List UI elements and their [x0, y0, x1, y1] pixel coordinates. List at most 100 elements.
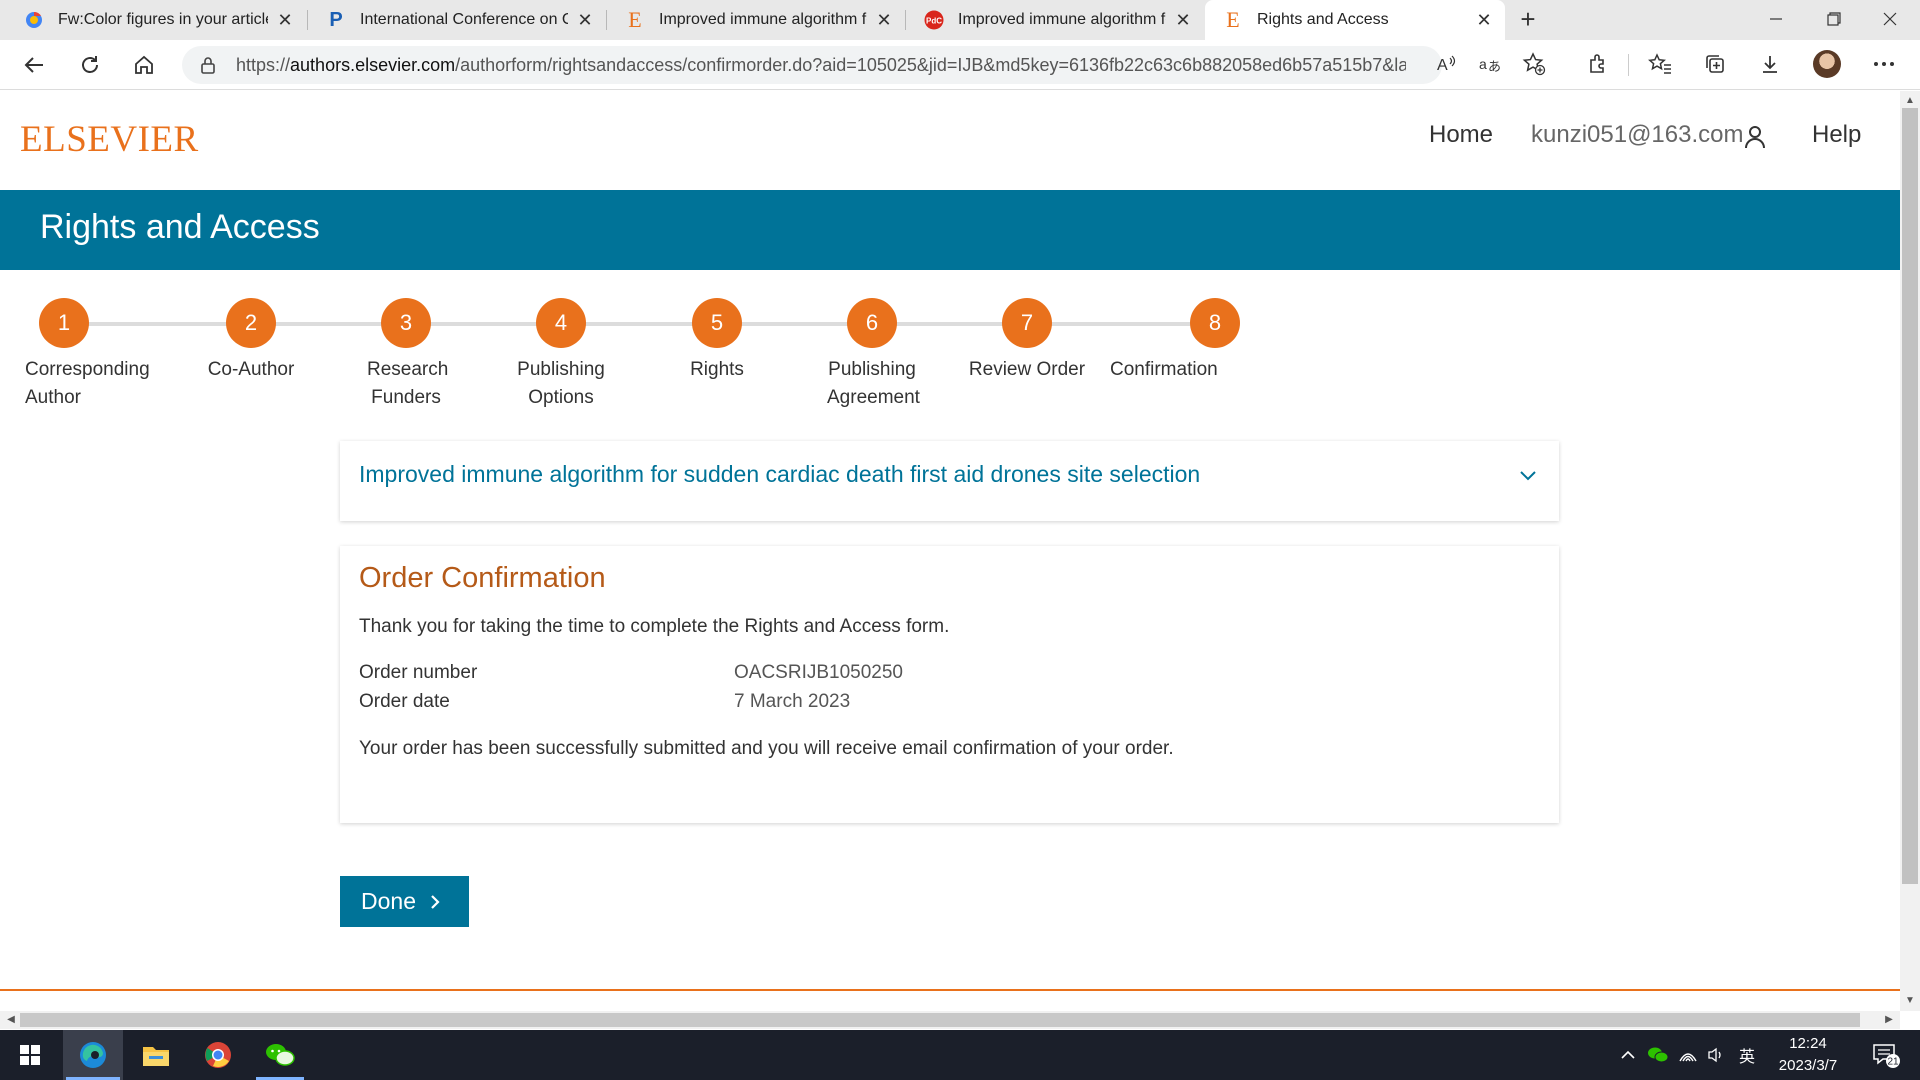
- back-arrow-icon[interactable]: [18, 49, 50, 81]
- lock-icon[interactable]: [200, 56, 220, 74]
- user-icon[interactable]: [1744, 125, 1766, 154]
- step-circle-8: 8: [1190, 298, 1240, 348]
- step-label-4: Publishing Options: [517, 359, 605, 408]
- step-circle-7: 7: [1002, 298, 1052, 348]
- vertical-scrollbar-thumb[interactable]: [1902, 108, 1918, 884]
- step-label-2: Co-Author: [207, 359, 295, 380]
- step-circle-5: 5: [692, 298, 742, 348]
- ime-indicator[interactable]: 英: [1732, 1030, 1762, 1080]
- clock-time: 12:24: [1789, 1035, 1827, 1052]
- show-hidden-icons-chevron-icon[interactable]: [1615, 1030, 1641, 1080]
- order-number-label: Order number: [359, 662, 478, 683]
- article-accordion[interactable]: Improved immune algorithm for sudden car…: [340, 441, 1559, 521]
- tab-title: Improved immune algorithm for: [958, 11, 1166, 28]
- svg-text:あ: あ: [1488, 60, 1501, 75]
- browser-toolbar: https://authors.elsevier.com/authorform/…: [0, 40, 1920, 90]
- file-explorer-icon[interactable]: [126, 1030, 186, 1080]
- profile-avatar[interactable]: [1813, 50, 1841, 78]
- thank-you-text: Thank you for taking the time to complet…: [359, 616, 950, 637]
- order-number-value: OACSRIJB1050250: [734, 662, 903, 683]
- svg-text:PdC: PdC: [926, 17, 942, 26]
- add-favorite-icon[interactable]: [1518, 48, 1550, 80]
- footer-divider: [0, 989, 1900, 991]
- mail-icon: [24, 10, 44, 30]
- downloads-icon[interactable]: [1754, 48, 1786, 80]
- step-label-3: Research Funders: [367, 359, 449, 408]
- extensions-icon[interactable]: [1582, 48, 1614, 80]
- step-circle-1: 1: [39, 298, 89, 348]
- p-logo-icon: P: [329, 8, 343, 31]
- translate-icon[interactable]: aあ: [1474, 48, 1506, 80]
- tab-title: International Conference on Card: [360, 11, 568, 28]
- close-tab-icon[interactable]: ✕: [276, 10, 294, 31]
- step-label-5: Rights: [690, 359, 744, 380]
- page-title: Rights and Access: [40, 208, 320, 246]
- close-tab-icon[interactable]: ✕: [1475, 10, 1493, 31]
- chevron-right-icon: [430, 894, 440, 910]
- edge-browser-icon[interactable]: [63, 1030, 123, 1080]
- step-circle-2: 2: [226, 298, 276, 348]
- wifi-icon[interactable]: [1674, 1030, 1702, 1080]
- notification-center-icon[interactable]: 21: [1866, 1030, 1906, 1080]
- order-heading: Order Confirmation: [359, 562, 606, 594]
- elsevier-e-icon: E: [1226, 7, 1240, 32]
- svg-text:A: A: [1437, 57, 1448, 74]
- taskbar-clock[interactable]: 12:24 2023/3/7: [1768, 1033, 1848, 1077]
- step-label-7: Review Order: [968, 359, 1086, 380]
- nav-home-link[interactable]: Home: [1429, 121, 1493, 149]
- browser-tab[interactable]: Fw:Color figures in your article [U ✕: [6, 0, 306, 40]
- scroll-up-arrow-icon[interactable]: ▲: [1900, 93, 1920, 109]
- home-icon[interactable]: [128, 49, 160, 81]
- favorites-icon[interactable]: [1644, 48, 1676, 80]
- collections-icon[interactable]: [1699, 48, 1731, 80]
- scroll-down-arrow-icon[interactable]: ▼: [1900, 993, 1920, 1009]
- close-window-icon[interactable]: [1862, 0, 1918, 40]
- close-tab-icon[interactable]: ✕: [1174, 10, 1192, 31]
- scroll-right-arrow-icon[interactable]: ▶: [1880, 1011, 1898, 1029]
- page-banner: Rights and Access: [0, 190, 1900, 270]
- new-tab-icon[interactable]: +: [1512, 4, 1544, 36]
- browser-tab[interactable]: E Improved immune algorithm for ✕: [607, 0, 905, 40]
- chrome-icon[interactable]: [188, 1030, 248, 1080]
- more-menu-icon[interactable]: [1868, 48, 1900, 80]
- wechat-icon[interactable]: [250, 1030, 310, 1080]
- submitted-message: Your order has been successfully submitt…: [359, 738, 1174, 759]
- page-content: ELSEVIER Home kunzi051@163.com Help Righ…: [0, 91, 1900, 1011]
- step-circle-4: 4: [536, 298, 586, 348]
- nav-user-email[interactable]: kunzi051@163.com: [1531, 121, 1743, 149]
- reload-icon[interactable]: [74, 49, 106, 81]
- horizontal-scrollbar-thumb[interactable]: [20, 1013, 1860, 1027]
- nav-help-link[interactable]: Help: [1812, 121, 1861, 149]
- step-circle-3: 3: [381, 298, 431, 348]
- minimize-icon[interactable]: [1748, 0, 1804, 40]
- browser-tab[interactable]: PdC Improved immune algorithm for ✕: [906, 0, 1204, 40]
- order-confirmation-card: Order Confirmation Thank you for taking …: [340, 546, 1559, 823]
- browser-tab-bar: Fw:Color figures in your article [U ✕ P …: [0, 0, 1920, 40]
- wechat-tray-icon[interactable]: [1644, 1030, 1672, 1080]
- read-aloud-icon[interactable]: A: [1430, 48, 1462, 80]
- scroll-left-arrow-icon[interactable]: ◀: [2, 1011, 20, 1029]
- svg-text:a: a: [1479, 56, 1487, 72]
- browser-tab-active[interactable]: E Rights and Access ✕: [1205, 0, 1505, 40]
- windows-start-icon[interactable]: [0, 1030, 60, 1080]
- restore-icon[interactable]: [1806, 0, 1862, 40]
- step-label-6: Publishing Agreement: [827, 359, 920, 408]
- order-date-label: Order date: [359, 691, 450, 712]
- close-tab-icon[interactable]: ✕: [875, 10, 893, 31]
- step-circle-6: 6: [847, 298, 897, 348]
- volume-icon[interactable]: [1703, 1030, 1729, 1080]
- tab-title: Rights and Access: [1257, 11, 1389, 28]
- clock-date: 2023/3/7: [1778, 1057, 1838, 1074]
- browser-tab[interactable]: P International Conference on Card ✕: [308, 0, 606, 40]
- pdf-icon: PdC: [924, 10, 944, 30]
- tab-title: Fw:Color figures in your article [U: [58, 11, 268, 28]
- done-button-label: Done: [361, 888, 416, 914]
- tab-title: Improved immune algorithm for: [659, 11, 867, 28]
- done-button[interactable]: Done: [340, 876, 469, 927]
- close-tab-icon[interactable]: ✕: [576, 10, 594, 31]
- address-bar[interactable]: https://authors.elsevier.com/authorform/…: [182, 46, 1442, 84]
- elsevier-logo[interactable]: ELSEVIER: [20, 118, 199, 161]
- chevron-down-icon[interactable]: [1519, 469, 1537, 487]
- article-title[interactable]: Improved immune algorithm for sudden car…: [359, 461, 1200, 488]
- elsevier-e-icon: E: [628, 7, 642, 32]
